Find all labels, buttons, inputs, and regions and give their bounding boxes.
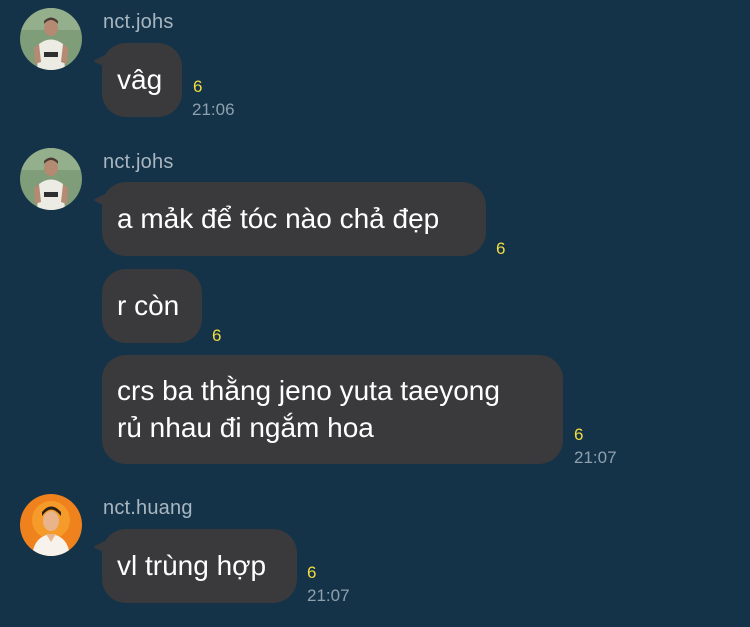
sender-name[interactable]: nct.huang [103,496,193,520]
read-count: 6 [193,77,203,96]
message-text: r còn [117,290,180,321]
message-time: 21:06 [192,100,235,119]
message-bubble[interactable]: r còn [102,269,202,343]
message-bubble[interactable]: vâg [93,43,182,117]
message-text: vl trùng hợp [117,550,267,581]
message-bubble[interactable]: crs ba thằng jeno yuta taeyong rủ nhau đ… [102,355,563,464]
message-time: 21:07 [307,586,350,605]
read-count: 6 [307,563,317,582]
message-bubble[interactable]: a mảk để tóc nào chả đẹp [93,182,486,256]
avatar-johs[interactable] [20,8,82,70]
avatar-huang[interactable] [20,494,82,556]
message-time: 21:07 [574,448,617,467]
message-text: a mảk để tóc nào chả đẹp [117,203,440,234]
read-count: 6 [212,326,222,345]
user-avatar-johs-icon [20,148,82,210]
user-avatar-johs-icon [20,8,82,70]
sender-name[interactable]: nct.johs [103,150,174,174]
read-count: 6 [574,425,584,444]
sender-name[interactable]: nct.johs [103,10,174,34]
read-count: 6 [496,239,506,258]
message-text: vâg [117,64,163,95]
message-text-line-2: rủ nhau đi ngắm hoa [117,412,374,443]
user-avatar-huang-icon [20,494,82,556]
message-text-line-1: crs ba thằng jeno yuta taeyong [117,375,500,406]
message-bubble[interactable]: vl trùng hợp [93,529,297,603]
avatar-johs[interactable] [20,148,82,210]
